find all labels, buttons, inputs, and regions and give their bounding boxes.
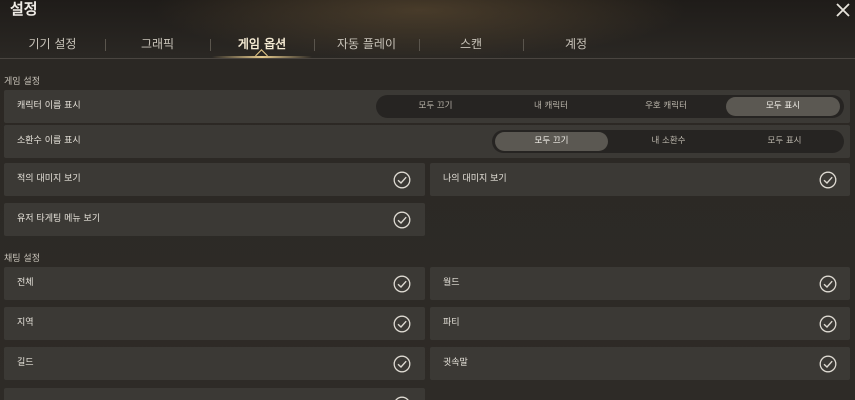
tab-bar: 기기 설정 그래픽 게임 옵션 자동 플레이 스캔 계정 [0, 30, 700, 58]
setting-label: 귓속말 [443, 358, 468, 368]
tab-scan[interactable]: 스캔 [420, 30, 522, 58]
setting-label: 지역 [17, 318, 34, 328]
setting-row-chat-world: 월드 [430, 267, 850, 300]
header-divider [0, 58, 855, 59]
setting-row-user-targeting: 유저 타게팅 메뉴 보기 [4, 203, 425, 236]
window-title: 설정 [10, 0, 38, 18]
setting-row-character-name: 캐릭터 이름 표시 모두 끄기 내 캐릭터 우호 캐릭터 모두 표시 [4, 90, 850, 123]
option-all-off[interactable]: 모두 끄기 [495, 132, 608, 151]
check-circle-icon[interactable] [393, 275, 411, 293]
check-circle-icon[interactable] [819, 355, 837, 373]
setting-row-summon-name: 소환수 이름 표시 모두 끄기 내 소환수 모두 표시 [4, 125, 850, 158]
option-my-summon[interactable]: 내 소환수 [612, 132, 725, 151]
setting-label: 전체 [17, 278, 34, 288]
setting-label: 월드 [443, 278, 460, 288]
setting-row-partial [4, 388, 425, 400]
check-circle-icon[interactable] [819, 275, 837, 293]
setting-label: 길드 [17, 358, 34, 368]
check-circle-icon[interactable] [819, 171, 837, 189]
check-circle-icon[interactable] [393, 396, 411, 400]
setting-label: 나의 대미지 보기 [443, 174, 507, 184]
check-circle-icon[interactable] [393, 171, 411, 189]
setting-row-my-damage: 나의 대미지 보기 [430, 163, 850, 196]
tab-graphics[interactable]: 그래픽 [106, 30, 209, 58]
header: 설정 기기 설정 그래픽 게임 옵션 자동 플레이 스캔 계정 [0, 0, 855, 62]
check-circle-icon[interactable] [393, 211, 411, 229]
setting-row-chat-party: 파티 [430, 307, 850, 340]
setting-row-chat-region: 지역 [4, 307, 425, 340]
section-title-chat-settings: 채팅 설정 [4, 254, 40, 264]
option-friendly-character[interactable]: 우호 캐릭터 [610, 97, 722, 116]
setting-label: 소환수 이름 표시 [17, 136, 81, 146]
setting-row-enemy-damage: 적의 대미지 보기 [4, 163, 425, 196]
check-circle-icon[interactable] [393, 315, 411, 333]
tab-auto-play[interactable]: 자동 플레이 [315, 30, 418, 58]
setting-label: 파티 [443, 318, 460, 328]
check-circle-icon[interactable] [819, 315, 837, 333]
option-my-character[interactable]: 내 캐릭터 [495, 97, 607, 116]
option-all-off[interactable]: 모두 끄기 [379, 97, 492, 116]
setting-row-chat-whisper: 귓속말 [430, 347, 850, 380]
setting-row-chat-guild: 길드 [4, 347, 425, 380]
tab-device-settings[interactable]: 기기 설정 [0, 30, 105, 58]
option-show-all[interactable]: 모두 표시 [728, 132, 841, 151]
section-title-game-settings: 게임 설정 [4, 77, 40, 87]
check-circle-icon[interactable] [393, 355, 411, 373]
setting-label: 캐릭터 이름 표시 [17, 101, 81, 111]
background [0, 0, 855, 400]
option-show-all[interactable]: 모두 표시 [726, 97, 840, 116]
tab-account[interactable]: 계정 [524, 30, 628, 58]
segmented-control-summon-name: 모두 끄기 내 소환수 모두 표시 [492, 130, 844, 153]
setting-row-chat-all: 전체 [4, 267, 425, 300]
setting-label: 적의 대미지 보기 [17, 174, 81, 184]
segmented-control-character-name: 모두 끄기 내 캐릭터 우호 캐릭터 모두 표시 [376, 95, 844, 118]
close-icon[interactable] [833, 0, 853, 20]
setting-label: 유저 타게팅 메뉴 보기 [17, 214, 101, 224]
